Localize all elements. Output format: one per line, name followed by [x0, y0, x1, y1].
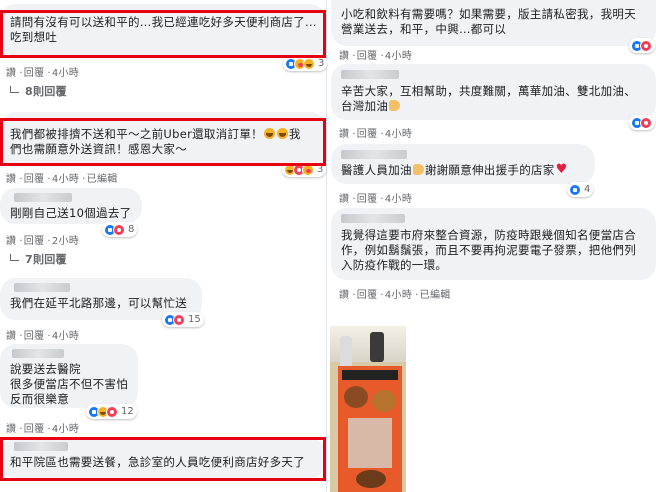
reaction-summary[interactable]: 3 — [283, 56, 328, 71]
haha-reaction-icon — [303, 57, 315, 70]
comment-text-line: 我們在延平北路那邊，可以幫忙送 — [10, 296, 187, 310]
reply-link[interactable]: 回覆 — [24, 327, 45, 342]
timestamp[interactable]: 4小時 — [52, 420, 79, 435]
comment-actions: 讚 ·回覆 ·4小時 — [6, 64, 81, 79]
timestamp[interactable]: 4小時 — [385, 47, 412, 62]
comment-text-line: 醫護人員加油 謝謝願意伸出援手的店家 — [341, 163, 585, 178]
comment-bubble: 說要送去醫院 很多便當店不但不害怕 反而很樂意 — [0, 344, 138, 408]
comment-bubble: 辛苦大家，互相幫助，共度難關，萬華加油、雙北加油、 台灣加油 — [331, 64, 656, 120]
reaction-count: 4 — [584, 184, 591, 195]
reply-link[interactable]: 回覆 — [24, 64, 45, 79]
timestamp[interactable]: 4小時 — [385, 125, 412, 140]
comment-bubble: 醫護人員加油 謝謝願意伸出援手的店家 — [331, 144, 595, 184]
comment-text-line: 台灣加油 — [341, 99, 646, 114]
comment-text-line: 作，例如鬍鬚張，而且不要再拘泥要電子發票，把他們列 — [341, 243, 636, 257]
like-link[interactable]: 讚 — [339, 47, 349, 62]
love-reaction-icon — [640, 116, 652, 129]
commenter-name-blurred[interactable] — [14, 193, 72, 202]
comment-text-line: 剛剛自己送10個過去了 — [10, 206, 132, 220]
reaction-summary[interactable]: 8 — [102, 222, 138, 237]
highlight-box — [0, 10, 326, 58]
love-reaction-icon — [173, 313, 185, 326]
timestamp[interactable]: 2小時 — [52, 232, 79, 247]
comment-actions: 讚 ·回覆 ·4小時 — [339, 190, 414, 205]
comment-bubble: 剛剛自己送10個過去了 — [0, 188, 142, 224]
reaction-summary[interactable]: 12 — [86, 404, 137, 419]
timestamp[interactable]: 4小時 — [52, 64, 79, 79]
comment-text-line: 很多便當店不但不害怕 — [10, 377, 128, 391]
comment-text-line: 小吃和飲料有需要嗎？如果需要，版主請私密我，我明天 — [341, 7, 636, 21]
love-reaction-icon — [106, 405, 118, 418]
comment-text-line: 營業送去，和平，中興…都可以 — [341, 22, 507, 36]
red-heart-emoji-icon — [556, 164, 568, 175]
reply-arrow-icon — [10, 254, 19, 261]
commenter-name-blurred[interactable] — [341, 70, 399, 79]
reply-link[interactable]: 回覆 — [357, 190, 378, 205]
commenter-name-blurred[interactable] — [12, 349, 64, 358]
flexed-biceps-emoji-icon — [412, 164, 424, 175]
view-replies-link[interactable]: 7則回覆 — [10, 251, 67, 267]
view-replies-link[interactable]: 8則回覆 — [10, 83, 67, 99]
reply-link[interactable]: 回覆 — [357, 125, 378, 140]
reaction-count: 3 — [318, 58, 325, 69]
like-link[interactable]: 讚 — [6, 64, 16, 79]
comment-actions: 讚 ·回覆 ·4小時 — [339, 47, 414, 62]
like-link[interactable]: 讚 — [339, 286, 349, 301]
comment-text-line: 辛苦大家，互相幫助，共度難關，萬華加油、雙北加油、 — [341, 84, 636, 98]
commenter-name-blurred[interactable] — [341, 214, 405, 223]
reply-arrow-icon — [10, 86, 19, 93]
highlight-box — [0, 437, 326, 481]
left-comment-column: 請問有沒有可以送和平的…我已經連吃好多天便利商店了… 吃到想吐 3 讚 ·回覆 ·4… — [0, 0, 328, 492]
commenter-name-blurred[interactable] — [14, 283, 70, 292]
edited-label[interactable]: 已編輯 — [420, 286, 451, 301]
reaction-count: 15 — [188, 314, 201, 325]
reaction-summary[interactable]: 4 — [567, 182, 594, 197]
timestamp[interactable]: 4小時 — [52, 327, 79, 342]
comment-text-line: 我覺得這要市府來整合資源，防疫時跟幾個知名便當店合 — [341, 228, 636, 242]
timestamp[interactable]: 4小時 — [385, 286, 412, 301]
comment-bubble: 小吃和飲料有需要嗎？如果需要，版主請私密我，我明天 營業送去，和平，中興…都可以 — [331, 0, 656, 46]
like-link[interactable]: 讚 — [6, 327, 16, 342]
reply-link[interactable]: 回覆 — [24, 170, 45, 185]
comment-actions: 讚 ·回覆 ·4小時 — [339, 125, 414, 140]
comment-actions: 讚 ·回覆 ·4小時 — [6, 327, 81, 342]
comment-actions: 讚 ·回覆 ·4小時 ·已編輯 — [339, 286, 453, 301]
timestamp[interactable]: 4小時 — [385, 190, 412, 205]
reply-link[interactable]: 回覆 — [24, 232, 45, 247]
blurred-region — [348, 418, 392, 468]
love-reaction-icon — [640, 39, 652, 52]
comment-actions: 讚 ·回覆 ·4小時 ·已編輯 — [6, 170, 120, 185]
comment-text-line: 入防疫作戰的一環。 — [341, 258, 448, 272]
love-reaction-icon — [113, 223, 125, 236]
like-link[interactable]: 讚 — [6, 420, 16, 435]
like-link[interactable]: 讚 — [339, 125, 349, 140]
menu-flyer-image — [338, 366, 402, 492]
comment-text-line: 說要送去醫院 — [10, 362, 81, 376]
reaction-count: 12 — [121, 406, 134, 417]
comment-actions: 讚 ·回覆 ·4小時 — [6, 420, 81, 435]
reply-link[interactable]: 回覆 — [24, 420, 45, 435]
like-reaction-icon — [569, 183, 581, 196]
comment-bubble: 我覺得這要市府來整合資源，防疫時跟幾個知名便當店合 作，例如鬍鬚張，而且不要再拘… — [331, 208, 656, 280]
highlight-box — [0, 118, 326, 166]
commenter-name-blurred[interactable] — [341, 150, 407, 159]
like-link[interactable]: 讚 — [339, 190, 349, 205]
reaction-summary[interactable]: 15 — [162, 312, 204, 327]
reaction-summary[interactable] — [629, 115, 655, 130]
comment-actions: 讚 ·回覆 ·2小時 — [6, 232, 81, 247]
reaction-summary[interactable] — [629, 38, 655, 53]
flexed-biceps-emoji-icon — [389, 100, 401, 111]
like-link[interactable]: 讚 — [6, 170, 16, 185]
timestamp[interactable]: 4小時 — [52, 170, 79, 185]
reply-link[interactable]: 回覆 — [357, 286, 378, 301]
like-link[interactable]: 讚 — [6, 232, 16, 247]
attached-photo[interactable] — [330, 326, 406, 492]
reaction-count: 8 — [128, 224, 135, 235]
reply-link[interactable]: 回覆 — [357, 47, 378, 62]
edited-label[interactable]: 已編輯 — [87, 170, 118, 185]
